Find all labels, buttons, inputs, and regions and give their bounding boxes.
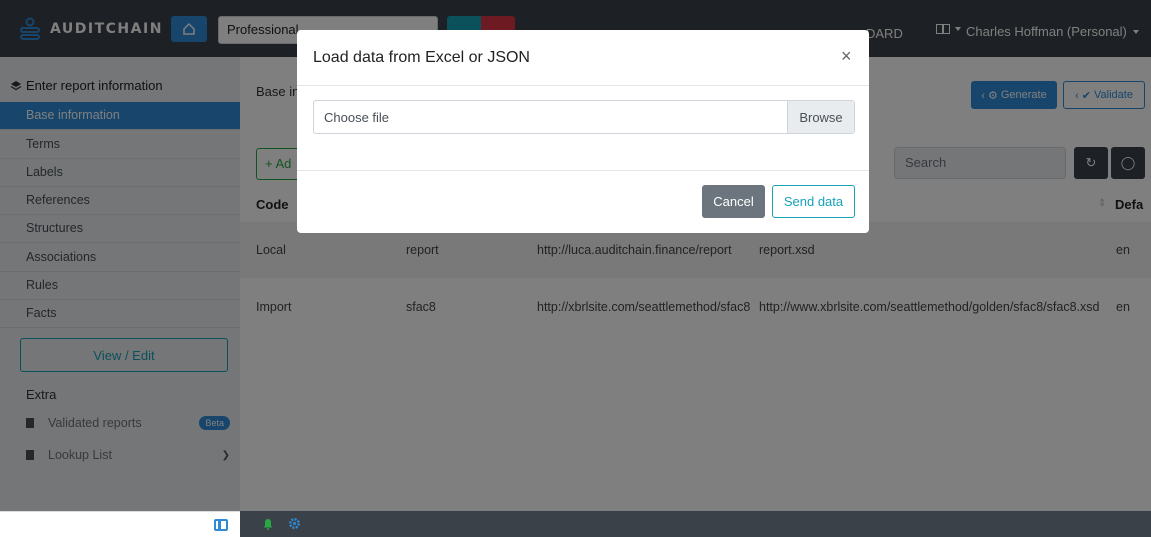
cancel-button[interactable]: Cancel (702, 185, 765, 218)
file-input[interactable]: Choose file Browse (313, 100, 855, 134)
file-placeholder: Choose file (324, 110, 390, 125)
gear-icon[interactable] (288, 517, 301, 530)
footer-bar (240, 511, 1151, 537)
sidebar-footer (0, 511, 240, 537)
load-data-modal: Load data from Excel or JSON × Choose fi… (297, 30, 869, 233)
browse-button[interactable]: Browse (787, 101, 854, 133)
sidebar-toggle-icon[interactable] (214, 519, 228, 531)
close-icon[interactable]: × (841, 46, 852, 67)
send-data-button[interactable]: Send data (772, 185, 855, 218)
modal-title: Load data from Excel or JSON (313, 49, 530, 66)
divider (297, 85, 869, 86)
divider (297, 170, 869, 171)
bell-icon[interactable] (262, 518, 274, 530)
